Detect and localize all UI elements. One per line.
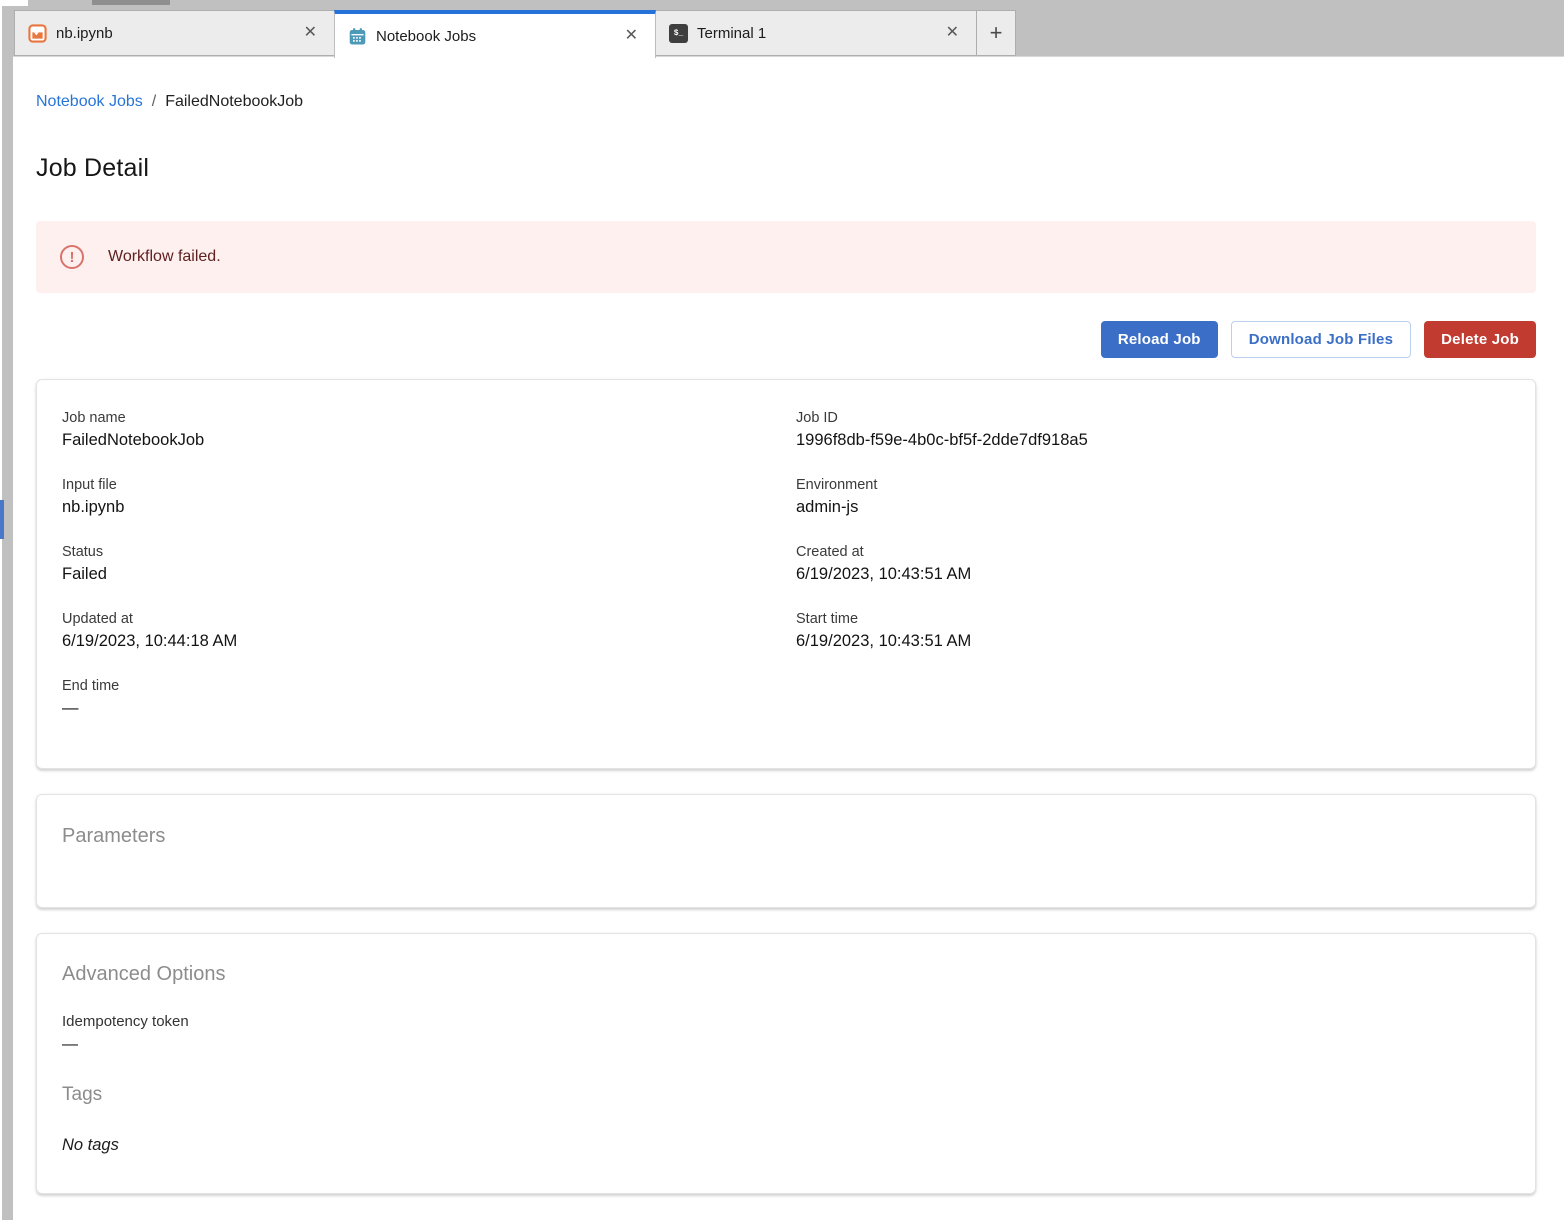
tab-label: nb.ipynb — [56, 25, 113, 42]
field-value: 6/19/2023, 10:43:51 AM — [796, 565, 1510, 584]
error-alert: ! Workflow failed. — [36, 221, 1536, 293]
field-value: 6/19/2023, 10:44:18 AM — [62, 632, 776, 651]
field-label: Job ID — [796, 410, 1510, 426]
field-status: Status Failed — [62, 544, 776, 584]
field-end-time: End time — — [62, 678, 776, 718]
field-start-time: Start time 6/19/2023, 10:43:51 AM — [796, 611, 1510, 651]
field-label: Updated at — [62, 611, 776, 627]
field-label: Job name — [62, 410, 776, 426]
details-left-column: Job name FailedNotebookJob Input file nb… — [62, 410, 776, 745]
job-actions: Reload Job Download Job Files Delete Job — [1101, 321, 1536, 358]
breadcrumb-separator: / — [152, 93, 156, 110]
idempotency-token-value: — — [62, 1036, 1510, 1054]
field-value: nb.ipynb — [62, 498, 776, 517]
tab-notebook-jobs[interactable]: Notebook Jobs ✕ — [334, 10, 656, 58]
new-tab-button[interactable]: + — [976, 10, 1016, 56]
field-value: — — [62, 699, 776, 718]
top-left-gap — [0, 0, 28, 6]
tab-notebook-file[interactable]: nb.ipynb ✕ — [14, 10, 335, 56]
field-label: Status — [62, 544, 776, 560]
field-label: Input file — [62, 477, 776, 493]
tags-empty-value: No tags — [62, 1136, 1510, 1155]
job-details-card: Job name FailedNotebookJob Input file nb… — [36, 379, 1536, 769]
main-content: Notebook Jobs / FailedNotebookJob Job Deta… — [13, 56, 1564, 1220]
top-divider-remnant — [92, 0, 170, 5]
terminal-icon: $_ — [669, 24, 688, 43]
field-value: 6/19/2023, 10:43:51 AM — [796, 632, 1510, 651]
field-input-file: Input file nb.ipynb — [62, 477, 776, 517]
advanced-options-card: Advanced Options Idempotency token — Tag… — [36, 933, 1536, 1194]
notebook-icon — [28, 24, 47, 43]
tab-label: Notebook Jobs — [376, 28, 476, 45]
field-environment: Environment admin-js — [796, 477, 1510, 517]
field-created-at: Created at 6/19/2023, 10:43:51 AM — [796, 544, 1510, 584]
field-job-name: Job name FailedNotebookJob — [62, 410, 776, 450]
field-value: Failed — [62, 565, 776, 584]
advanced-options-heading: Advanced Options — [62, 963, 1510, 986]
error-icon: ! — [60, 245, 84, 269]
calendar-icon — [348, 27, 367, 46]
field-value: 1996f8db-f59e-4b0c-bf5f-2dde7df918a5 — [796, 431, 1510, 450]
reload-job-button[interactable]: Reload Job — [1101, 321, 1218, 358]
left-scroll-indicator — [0, 500, 4, 539]
breadcrumb-notebook-jobs-link[interactable]: Notebook Jobs — [36, 93, 143, 110]
field-value: FailedNotebookJob — [62, 431, 776, 450]
field-job-id: Job ID 1996f8db-f59e-4b0c-bf5f-2dde7df91… — [796, 410, 1510, 450]
tags-heading: Tags — [62, 1084, 1510, 1106]
tab-terminal[interactable]: $_ Terminal 1 ✕ — [655, 10, 977, 56]
parameters-card: Parameters — [36, 794, 1536, 908]
tab-label: Terminal 1 — [697, 25, 766, 42]
idempotency-token-label: Idempotency token — [62, 1013, 1510, 1030]
page-title: Job Detail — [36, 154, 149, 183]
close-icon[interactable]: ✕ — [621, 26, 642, 46]
delete-job-button[interactable]: Delete Job — [1424, 321, 1536, 358]
parameters-heading: Parameters — [62, 825, 1510, 848]
field-label: Environment — [796, 477, 1510, 493]
field-label: End time — [62, 678, 776, 694]
plus-icon: + — [990, 22, 1003, 44]
details-right-column: Job ID 1996f8db-f59e-4b0c-bf5f-2dde7df91… — [796, 410, 1510, 745]
breadcrumb: Notebook Jobs / FailedNotebookJob — [36, 93, 303, 111]
close-icon[interactable]: ✕ — [300, 23, 321, 43]
jupyterlab-window: nb.ipynb ✕ Notebook Jobs ✕ $_ Terminal 1… — [0, 0, 1564, 1220]
alert-message: Workflow failed. — [108, 248, 221, 266]
field-value: admin-js — [796, 498, 1510, 517]
download-job-files-button[interactable]: Download Job Files — [1231, 321, 1411, 358]
field-label: Start time — [796, 611, 1510, 627]
breadcrumb-current: FailedNotebookJob — [165, 93, 303, 110]
left-panel-edge — [2, 0, 13, 1220]
close-icon[interactable]: ✕ — [942, 23, 963, 43]
field-updated-at: Updated at 6/19/2023, 10:44:18 AM — [62, 611, 776, 651]
field-label: Created at — [796, 544, 1510, 560]
